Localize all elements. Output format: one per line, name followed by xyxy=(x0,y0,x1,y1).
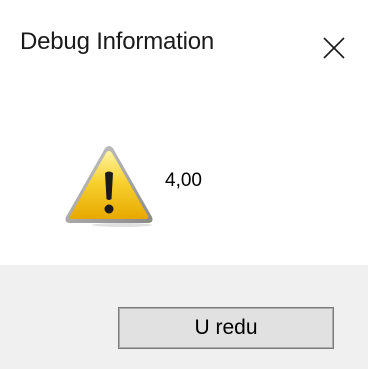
ok-button[interactable]: U redu xyxy=(118,307,334,349)
dialog-content: 4,00 xyxy=(0,92,368,264)
message-dialog: Debug Information 4,00 U redu xyxy=(0,0,368,369)
warning-icon xyxy=(65,146,153,227)
button-bar: U redu xyxy=(0,265,368,369)
window-title: Debug Information xyxy=(20,28,215,55)
title-bar[interactable]: Debug Information xyxy=(0,0,368,92)
close-icon xyxy=(323,37,345,59)
message-text: 4,00 xyxy=(165,170,202,191)
close-button[interactable] xyxy=(310,24,358,72)
